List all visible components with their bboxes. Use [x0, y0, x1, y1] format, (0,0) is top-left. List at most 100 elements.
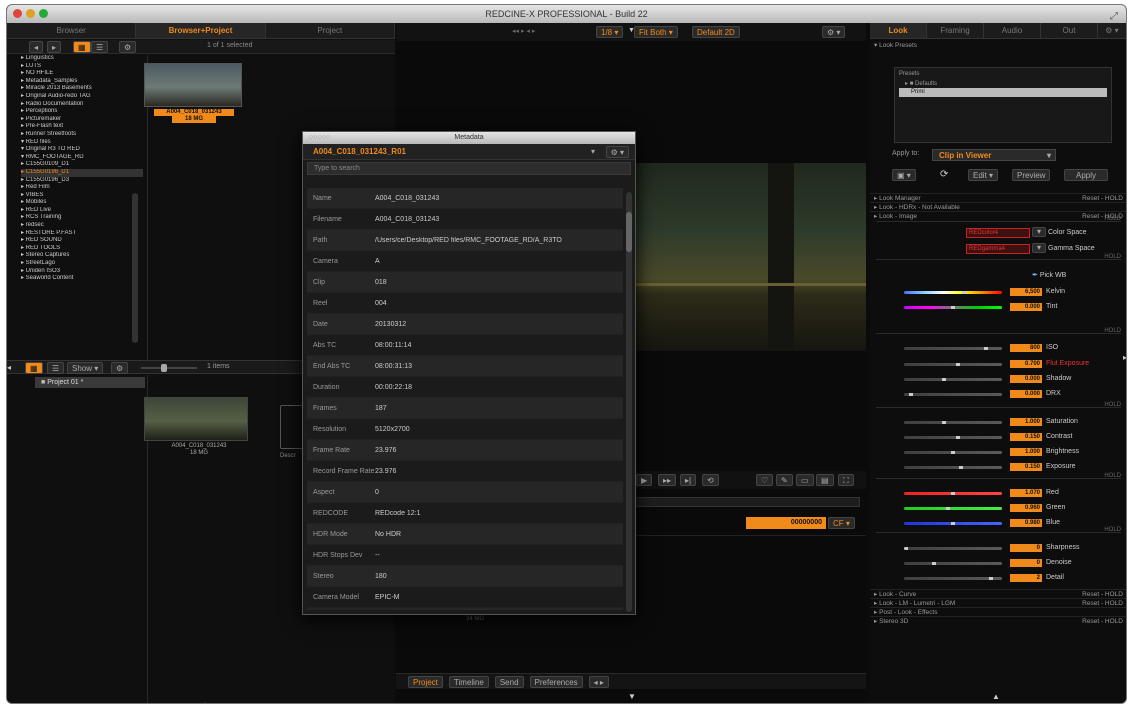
overlay-icon[interactable]: ▤ [816, 474, 834, 486]
look-section-header[interactable]: ▸ Post - Look - Effects [870, 607, 1126, 616]
slider-handle[interactable] [932, 562, 937, 565]
expand-right-icon[interactable]: ▸ [1123, 353, 1126, 362]
slider-handle[interactable] [951, 492, 955, 495]
tree-item[interactable]: ▸ RCS Training [21, 214, 143, 222]
slider-value[interactable]: 1.000 [1010, 418, 1042, 426]
slider-value[interactable]: 0.000 [1010, 390, 1042, 398]
slider-value[interactable]: 1.070 [1010, 489, 1042, 497]
slider-track[interactable] [904, 451, 1002, 454]
slider-handle[interactable] [941, 421, 946, 424]
slider-track[interactable] [904, 347, 1002, 350]
tab-project[interactable]: Project [266, 23, 395, 38]
end-button[interactable]: ▸| [680, 474, 697, 486]
timeline-scrubber[interactable] [626, 497, 860, 507]
slider-handle[interactable] [958, 466, 963, 469]
top-panel-collapse-icon[interactable]: ▼ [628, 27, 635, 34]
section-reset[interactable]: Reset - HOLD [1082, 617, 1123, 626]
tree-item[interactable]: ▸ Runner Streetfoots [21, 131, 143, 139]
folder-tree[interactable]: ▸ Linguistics ▸ LUTS ▸ NO HFILE ▸ Metadata_… [21, 55, 143, 357]
list-view-button-2[interactable]: ☰ [47, 362, 65, 374]
minimize-icon[interactable] [26, 9, 35, 18]
slider-track[interactable] [904, 421, 1002, 424]
slider-handle[interactable] [955, 363, 960, 366]
slider-value[interactable]: 1.000 [1010, 448, 1042, 456]
slider-handle[interactable] [951, 306, 955, 309]
tab-send[interactable]: Send [494, 675, 524, 688]
slider-value[interactable]: 0.700 [1010, 360, 1042, 368]
tree-item[interactable]: ▸ C155G0196_D1 [21, 168, 143, 177]
slider-handle[interactable] [988, 577, 993, 580]
gear-icon[interactable]: ⚙ [119, 41, 137, 53]
tree-item[interactable]: ▸ Miracle 2013 Basements [21, 85, 143, 93]
tree-item[interactable]: ▸ Original Audio-redo TAG [21, 93, 143, 101]
tree-item[interactable]: ▸ Linguistics [21, 55, 143, 63]
tab-scroll-arrows[interactable]: ◂ ▸ [588, 675, 609, 688]
gear-icon[interactable]: ⚙ ▾ [605, 146, 629, 158]
clip-thumbnail[interactable]: A004_C018_031243 18 MG [144, 63, 244, 127]
presets-selected-item[interactable]: Primi [899, 88, 1107, 97]
tree-item[interactable]: ▸ LUTS [21, 63, 143, 71]
tab-out[interactable]: Out [1041, 23, 1098, 38]
metadata-clip-selector[interactable]: A004_C018_031243_R01 ▾ ⚙ ▾ [303, 144, 635, 160]
slider-track[interactable] [904, 577, 1002, 580]
slider-track[interactable] [904, 562, 1002, 565]
tab-browser[interactable]: Browser [7, 23, 137, 38]
gamma-space-arrow-icon[interactable]: ▾ [1032, 243, 1047, 253]
tree-item[interactable]: ▸ Picturemaker [21, 116, 143, 124]
tree-item[interactable]: ▸ Stereo Captures [21, 252, 143, 260]
preset-dropdown[interactable]: Default 2D [692, 26, 740, 38]
slider-track[interactable] [904, 436, 1002, 439]
preview-button[interactable]: Preview [1012, 169, 1051, 181]
loop-button[interactable]: ⟲ [702, 474, 719, 486]
slider-handle[interactable] [955, 436, 960, 439]
tree-item[interactable]: ▸ Red Film [21, 184, 143, 192]
tree-item[interactable]: ▸ Metadata_Samples [21, 78, 143, 86]
forward-button[interactable]: ▸ [47, 41, 62, 53]
fullscreen-view-icon[interactable]: ⛶ [838, 474, 854, 486]
edit-icon[interactable]: ✎ [776, 474, 793, 486]
tree-item[interactable]: ▸ Perceptions [21, 108, 143, 116]
slider-value[interactable]: 6,500 [1010, 288, 1042, 296]
slider-value[interactable]: 800 [1010, 344, 1042, 352]
clip-dropdown-icon[interactable]: ▾ [591, 147, 595, 156]
tree-item[interactable]: ▸ Seaworld Content [21, 275, 143, 283]
zoom-icon[interactable] [39, 9, 48, 18]
grid-view-button-2[interactable]: ▦ [25, 362, 43, 374]
look-section-header[interactable]: ▸ Look - Image Reset - HOLD [870, 211, 1126, 220]
look-section-header[interactable]: ▸ Stereo 3D Reset - HOLD [870, 616, 1126, 626]
tree-item[interactable]: ▸ RESTORE P.FAST [21, 230, 143, 238]
slider-track[interactable] [904, 507, 1002, 510]
list-view-button[interactable]: ☰ [91, 41, 109, 53]
gear-icon[interactable]: ⚙ ▾ [1098, 23, 1126, 38]
tree-item[interactable]: ▸ Radio Documentation [21, 101, 143, 109]
slider-track[interactable] [904, 306, 1002, 309]
gear-icon[interactable]: ⚙ ▾ [822, 26, 846, 38]
empty-thumbnail-slot[interactable] [280, 405, 304, 449]
zoom-dropdown[interactable]: 1/8 ▾ [596, 26, 624, 38]
tree-item[interactable]: ▾ RED files [21, 139, 143, 147]
slider-track[interactable] [904, 522, 1002, 525]
slider-value[interactable]: 0.980 [1010, 519, 1042, 527]
look-section-header[interactable]: ▸ Look - Curve Reset - HOLD [870, 589, 1126, 598]
slider-value[interactable]: 0.000 [1010, 303, 1042, 311]
tab-framing[interactable]: Framing [927, 23, 984, 38]
timecode-display[interactable]: 00000000 [746, 517, 826, 529]
metadata-window-controls-icon[interactable]: ○○○○○ [309, 132, 330, 144]
tree-item[interactable]: ▸ VIBES [21, 192, 143, 200]
tree-item[interactable]: ▾ RMC_FOOTAGE_RD [21, 154, 143, 162]
tree-item[interactable]: ▸ StreetLago [21, 260, 143, 268]
slider-track[interactable] [904, 547, 1002, 550]
slider-track[interactable] [904, 492, 1002, 495]
tree-item[interactable]: ▸ Mobiles [21, 199, 143, 207]
apply-to-dropdown[interactable]: Clip in Viewer ▾ [932, 149, 1056, 161]
tree-item[interactable]: ▸ Uniden ISO3 [21, 268, 143, 276]
frame-icon[interactable]: ▭ [796, 474, 814, 486]
refresh-icon[interactable]: ⟳ [940, 169, 948, 180]
tab-audio[interactable]: Audio [984, 23, 1041, 38]
left-panel-collapse-icon[interactable]: ▲ [201, 700, 209, 703]
tree-item[interactable]: ▸ RED SOUND [21, 237, 143, 245]
metadata-search-input[interactable]: Type to search [307, 162, 631, 175]
apply-button[interactable]: Apply [1064, 169, 1108, 181]
thumbnail-size-slider[interactable] [141, 364, 197, 372]
slider-handle[interactable] [951, 522, 955, 525]
